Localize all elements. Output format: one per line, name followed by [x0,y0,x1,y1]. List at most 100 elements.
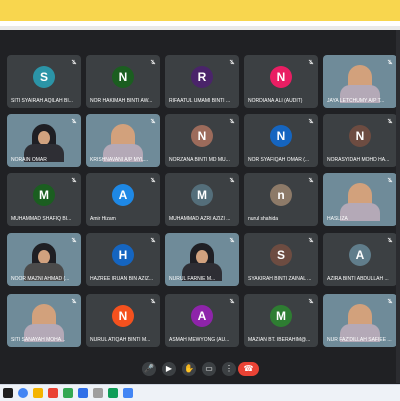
participant-avatar: S [33,66,55,88]
participant-name: NORZANA BINTI MD MU... [169,157,230,163]
participant-avatar: N [349,125,371,147]
participant-name: nurul shahida [248,216,279,222]
participant-tile[interactable]: SITI SANAYAH MOHA... [7,294,81,347]
app-icon-3[interactable] [78,388,88,398]
camera-button[interactable]: ▶ [162,362,176,376]
taskbar [0,384,400,401]
participant-tile[interactable]: N NORDIANA ALI (AUDIT) [244,55,318,108]
participant-avatar: N [112,305,134,327]
present-button[interactable]: ▭ [202,362,216,376]
participant-name: NURUL ATIQAH BINTI M... [90,337,151,343]
participant-tile[interactable]: n nurul shahida [244,173,318,226]
participant-avatar: M [191,184,213,206]
participant-name: SITI SANAYAH MOHA... [11,337,66,343]
top-yellow-bar [0,0,400,21]
participant-tile[interactable]: KRISHNAVANI A/P MYL... [86,114,160,167]
right-edge-strip [396,30,400,383]
participant-tile[interactable]: N NORZANA BINTI MD MU... [165,114,239,167]
participant-name: KRISHNAVANI A/P MYL... [90,157,149,163]
mic-button[interactable]: 🎤 [142,362,156,376]
mic-off-icon [229,298,235,304]
participant-name: HAZREE IRUAN BIN AZIZ... [90,276,154,282]
mic-off-icon [229,59,235,65]
mic-off-icon [387,118,393,124]
mic-off-icon [150,298,156,304]
app-icon-5[interactable] [108,388,118,398]
participant-tile[interactable]: M MUHAMMAD SHAFIQ BI... [7,173,81,226]
participant-tile[interactable]: NOOR MAZNI AHMAD (... [7,233,81,286]
participant-avatar: M [270,305,292,327]
participant-avatar: A [191,305,213,327]
participant-tile[interactable]: H HAZREE IRUAN BIN AZIZ... [86,233,160,286]
participant-avatar: A [349,244,371,266]
participant-tile[interactable]: R RIFAATUL UMAMI BINTI ... [165,55,239,108]
mic-off-icon [308,298,314,304]
participant-name: SYAKIRAH BINTI ZAINAL ... [248,276,312,282]
participant-name: NORDIANA ALI (AUDIT) [248,98,303,104]
participant-tile[interactable]: M MAZIAN BT. IBERAHIM@... [244,294,318,347]
mic-off-icon [150,177,156,183]
mic-off-icon [229,177,235,183]
participant-tile[interactable]: S SYAKIRAH BINTI ZAINAL ... [244,233,318,286]
participant-tile[interactable]: N NOR SYAFIQAH OMAR (... [244,114,318,167]
start-icon[interactable] [3,388,13,398]
participant-tile[interactable]: S SITI SYAIRAH AQILAH BI... [7,55,81,108]
participant-tile[interactable]: M MUHAMMAD AZRI AZIZI ... [165,173,239,226]
participant-tile[interactable]: A ASMAH MEWYONG (AU... [165,294,239,347]
participant-avatar: N [191,125,213,147]
participant-avatar: S [270,244,292,266]
participant-tile[interactable]: N NURUL ATIQAH BINTI M... [86,294,160,347]
participant-avatar: N [112,66,134,88]
participant-avatar: n [270,184,292,206]
participant-name: NOR HAKIMAH BINTI AW... [90,98,153,104]
app-icon-4[interactable] [93,388,103,398]
participant-tile[interactable]: NORAIN OMAR [7,114,81,167]
participant-tile[interactable]: N NOR HAKIMAH BINTI AW... [86,55,160,108]
participant-name: ASMAH MEWYONG (AU... [169,337,230,343]
participant-video [182,243,222,281]
app-icon-2[interactable] [63,388,73,398]
mic-off-icon [387,298,393,304]
participant-avatar: R [191,66,213,88]
leave-call-button[interactable]: ☎ [238,362,259,376]
mic-off-icon [308,59,314,65]
mic-off-icon [150,237,156,243]
mic-off-icon [229,237,235,243]
participant-video [24,243,64,281]
meeting-controls: 🎤 ▶ ✋ ▭ ⋮ ☎ [0,360,400,383]
mic-off-icon [71,237,77,243]
participant-tile[interactable]: N NORASYIDAH MOHD HA... [323,114,397,167]
raise-hand-button[interactable]: ✋ [182,362,196,376]
mic-off-icon [150,59,156,65]
participant-tile[interactable]: HASLIZA [323,173,397,226]
mic-off-icon [308,177,314,183]
more-options-button[interactable]: ⋮ [222,362,236,376]
participant-video [103,124,143,162]
mic-off-icon [71,177,77,183]
participant-name: MUHAMMAD AZRI AZIZI ... [169,216,231,222]
participant-name: JAYA LETCHUMY A/P T... [327,98,385,104]
mic-off-icon [71,118,77,124]
participant-avatar: M [33,184,55,206]
mic-off-icon [150,118,156,124]
participant-avatar: N [270,125,292,147]
participant-video [24,124,64,162]
mic-off-icon [229,118,235,124]
chrome-icon[interactable] [18,388,28,398]
mic-off-icon [71,298,77,304]
participant-avatar: N [270,66,292,88]
folder-icon[interactable] [33,388,43,398]
participant-avatar: A [112,184,134,206]
app-icon[interactable] [48,388,58,398]
participant-tile[interactable]: NURUL FARNIE M... [165,233,239,286]
participant-tile[interactable]: NUR FAZ'DILLAH SAFIEE ... [323,294,397,347]
app-icon-6[interactable] [123,388,133,398]
participant-name: NORAIN OMAR [11,157,47,163]
mic-off-icon [308,237,314,243]
participant-name: SITI SYAIRAH AQILAH BI... [11,98,73,104]
mic-off-icon [387,237,393,243]
participant-tile[interactable]: A Amir Hizam [86,173,160,226]
participant-avatar: H [112,244,134,266]
participant-tile[interactable]: A AZIRA BINTI ABDULLAH ... [323,233,397,286]
participant-tile[interactable]: JAYA LETCHUMY A/P T... [323,55,397,108]
